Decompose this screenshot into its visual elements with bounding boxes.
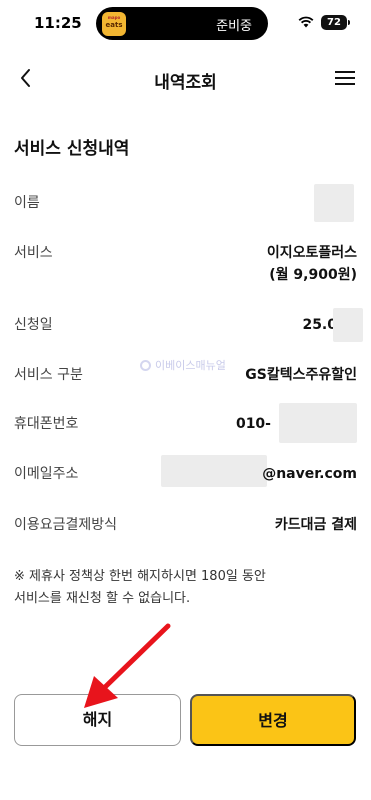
status-time: 11:25 <box>34 14 82 32</box>
redacted-value <box>279 403 357 443</box>
notice-text: ※ 제휴사 정책상 한번 해지하시면 180일 동안 서비스를 재신청 할 수 … <box>14 566 344 610</box>
section-title: 서비스 신청내역 <box>14 139 130 159</box>
info-row-email: 이메일주소 @naver.com <box>14 455 357 503</box>
status-bar: 11:25 mapo eats 준비중 72 <box>0 0 371 48</box>
row-label: 신청일 <box>14 317 53 333</box>
row-label: 이용요금결제방식 <box>14 517 118 533</box>
row-label: 이메일주소 <box>14 466 79 482</box>
notice-line-2: 서비스를 재신청 할 수 없습니다. <box>14 591 191 606</box>
row-value: 이지오토플러스 (월 9,900원) <box>267 242 357 286</box>
row-value: GS칼텍스주유할인 <box>245 367 357 383</box>
change-button[interactable]: 변경 <box>190 694 356 746</box>
row-label: 이름 <box>14 195 40 211</box>
redacted-value <box>161 455 267 487</box>
info-row-payment: 이용요금결제방식 카드대금 결제 <box>14 514 357 554</box>
row-label: 서비스 <box>14 245 53 261</box>
row-value: 카드대금 결제 <box>274 517 357 533</box>
row-value: @naver.com <box>262 466 357 482</box>
info-row-service: 서비스 이지오토플러스 (월 9,900원) <box>14 242 357 290</box>
info-row-date: 신청일 25.0 <box>14 308 363 354</box>
hamburger-menu-icon[interactable] <box>334 68 356 88</box>
info-row-service-type: 서비스 구분 GS칼텍스주유할인 <box>14 364 357 404</box>
battery-icon: 72 <box>321 15 350 30</box>
service-price: (월 9,900원) <box>269 267 357 283</box>
info-row-name: 이름 <box>14 184 357 232</box>
app-badge-bottom-text: eats <box>105 21 123 29</box>
row-value: 010- <box>235 416 271 432</box>
red-arrow-annotation <box>84 623 171 708</box>
info-row-phone: 휴대폰번호 010- <box>14 403 357 453</box>
wifi-icon <box>298 16 314 28</box>
redacted-value <box>333 308 363 342</box>
header: 내역조회 <box>0 56 371 100</box>
row-value: 25.0 <box>302 317 337 333</box>
island-status-text: 준비중 <box>216 19 252 34</box>
row-label: 서비스 구분 <box>14 367 83 383</box>
row-label: 휴대폰번호 <box>14 416 79 432</box>
redacted-value <box>314 184 354 222</box>
app-badge-icon: mapo eats <box>102 12 126 36</box>
dynamic-island: mapo eats 준비중 <box>96 7 268 40</box>
notice-line-1: ※ 제휴사 정책상 한번 해지하시면 180일 동안 <box>14 569 266 584</box>
service-name: 이지오토플러스 <box>266 245 357 261</box>
page-title: 내역조회 <box>154 73 217 93</box>
